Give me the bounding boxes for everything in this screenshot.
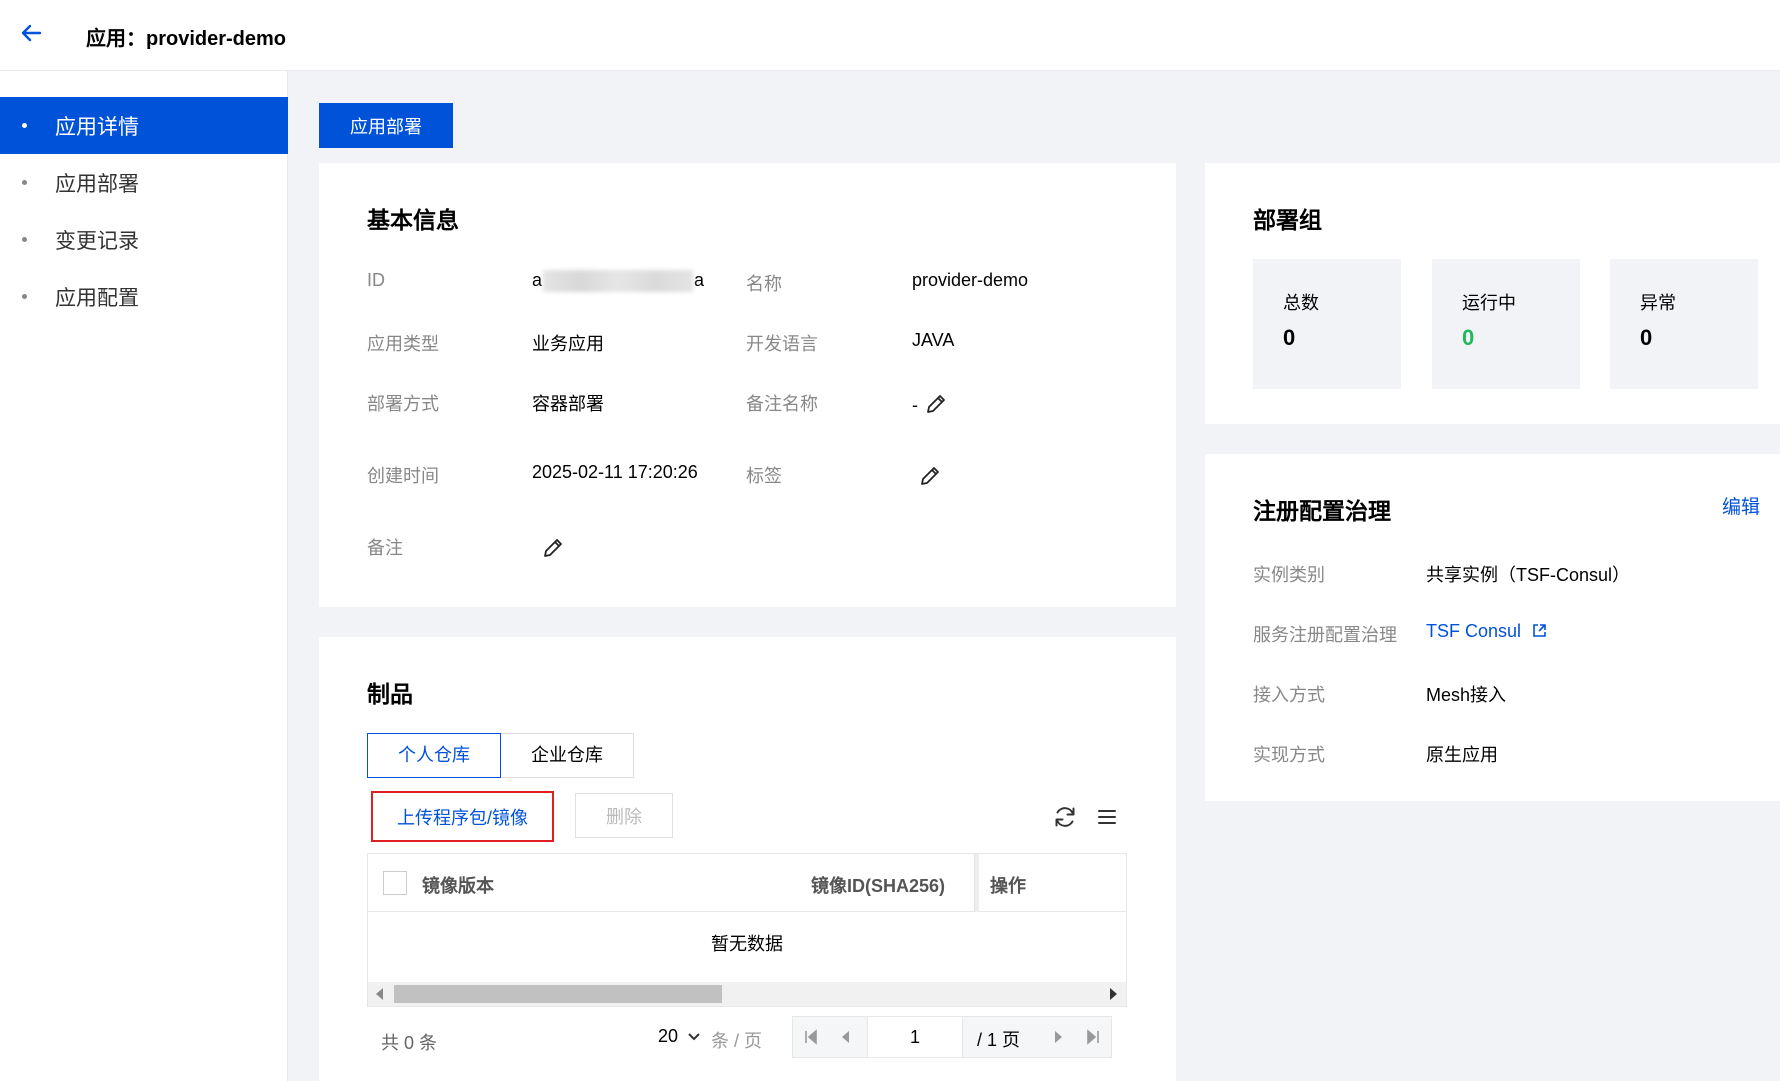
stat-label: 运行中 [1462,293,1516,313]
prev-page-icon[interactable] [827,1017,863,1057]
delete-button: 删除 [575,793,673,838]
created-time-value: 2025-02-11 17:20:26 [532,462,698,482]
bullet-icon [22,294,27,299]
image-table: 镜像版本 镜像ID(SHA256) 操作 暂无数据 [367,853,1127,1007]
edit-pencil-icon[interactable] [925,393,947,415]
registry-config-title: 注册配置治理 [1253,498,1391,524]
back-arrow-icon[interactable] [18,20,44,46]
column-header-image-id: 镜像ID(SHA256) [811,876,946,896]
implementation-label: 实现方式 [1253,745,1325,765]
tsf-consul-link[interactable]: TSF Consul [1426,621,1547,642]
stat-label: 异常 [1640,293,1676,313]
column-resize-handle[interactable] [974,854,979,912]
language-value: JAVA [912,330,955,350]
deploy-mode-label: 部署方式 [367,394,439,414]
column-header-image-version: 镜像版本 [422,876,494,896]
note-label: 备注 [367,538,403,558]
deploy-group-title: 部署组 [1253,207,1322,233]
redacted-id [543,270,694,293]
external-link-icon [1533,624,1546,637]
app-type-label: 应用类型 [367,334,439,354]
sidebar: 应用详情 应用部署 变更记录 应用配置 [0,71,288,1081]
stat-running: 运行中 0 [1432,259,1580,389]
artifacts-card: 制品 个人仓库 企业仓库 上传程序包/镜像 删除 镜像版本 镜像ID(SHA25… [319,637,1176,1081]
page-size-select[interactable]: 20 [658,1026,701,1047]
top-bar: 应用：provider-demo [0,0,1780,71]
bullet-icon [22,180,27,185]
edit-pencil-icon[interactable] [542,537,564,559]
access-mode-label: 接入方式 [1253,685,1325,705]
deploy-app-button[interactable]: 应用部署 [319,103,453,148]
name-value: provider-demo [912,270,1029,290]
implementation-value: 原生应用 [1426,745,1498,765]
tab-enterprise-repo[interactable]: 企业仓库 [500,733,634,778]
chevron-down-icon [688,1033,700,1041]
scroll-right-arrow-icon[interactable] [1110,988,1117,1000]
stat-label: 总数 [1283,293,1319,313]
pagination: / 1 页 [792,1016,1112,1058]
created-time-label: 创建时间 [367,466,439,486]
tab-personal-repo[interactable]: 个人仓库 [367,733,501,778]
total-pages: / 1 页 [977,1030,1021,1050]
bullet-icon [22,237,27,242]
name-label: 名称 [746,274,782,294]
remark-name-label: 备注名称 [746,394,818,414]
refresh-icon[interactable] [1052,804,1078,830]
bullet-icon [22,123,27,128]
last-page-icon[interactable] [1075,1017,1111,1057]
basic-info-card: 基本信息 ID aa 名称 provider-demo 应用类型 业务应用 开发… [319,163,1176,607]
artifacts-title: 制品 [367,681,413,707]
sidebar-item-label: 应用部署 [55,173,139,196]
page-size-value: 20 [658,1026,679,1046]
column-header-actions: 操作 [990,876,1026,896]
access-mode-value: Mesh接入 [1426,685,1507,705]
select-all-checkbox[interactable] [383,871,407,895]
horizontal-scrollbar[interactable] [368,982,1126,1006]
stat-total: 总数 0 [1253,259,1401,389]
registry-config-card: 注册配置治理 编辑 实例类别 共享实例（TSF-Consul） 服务注册配置治理… [1205,454,1780,801]
deploy-mode-value: 容器部署 [532,394,604,414]
stat-value: 0 [1640,325,1653,350]
page-number-input[interactable] [867,1017,963,1057]
next-page-icon[interactable] [1041,1017,1077,1057]
language-label: 开发语言 [746,334,818,354]
first-page-icon[interactable] [793,1017,829,1057]
tags-label: 标签 [746,466,782,486]
scroll-left-arrow-icon[interactable] [376,988,383,1000]
deploy-group-card: 部署组 总数 0 运行中 0 异常 0 [1205,163,1780,424]
table-header: 镜像版本 镜像ID(SHA256) 操作 [368,854,1126,912]
sidebar-item-label: 应用配置 [55,287,139,310]
id-label: ID [367,270,385,290]
sidebar-item-app-details[interactable]: 应用详情 [0,97,288,154]
edit-pencil-icon[interactable] [919,465,941,487]
page-size-unit: 条 / 页 [711,1031,763,1051]
basic-info-title: 基本信息 [367,207,459,233]
sidebar-item-label: 应用详情 [55,116,139,139]
column-settings-menu-icon[interactable] [1094,804,1120,830]
stat-value: 0 [1462,325,1475,350]
sidebar-item-app-config[interactable]: 应用配置 [0,268,288,325]
sidebar-item-label: 变更记录 [55,230,139,253]
sidebar-item-app-deploy[interactable]: 应用部署 [0,154,288,211]
instance-type-value: 共享实例（TSF-Consul） [1426,565,1631,585]
id-value: aa [532,270,704,293]
service-registry-label: 服务注册配置治理 [1253,625,1397,645]
instance-type-label: 实例类别 [1253,565,1325,585]
upload-package-image-button[interactable]: 上传程序包/镜像 [371,791,554,842]
sidebar-item-change-log[interactable]: 变更记录 [0,211,288,268]
remark-name-value: - [912,395,918,415]
stat-value: 0 [1283,325,1296,350]
stat-abnormal: 异常 0 [1610,259,1758,389]
scrollbar-thumb[interactable] [394,985,722,1003]
edit-link[interactable]: 编辑 [1722,492,1760,519]
page-title: 应用：provider-demo [86,28,287,50]
pager-total: 共 0 条 [381,1033,438,1053]
app-type-value: 业务应用 [532,334,604,354]
empty-state-text: 暂无数据 [711,934,783,954]
